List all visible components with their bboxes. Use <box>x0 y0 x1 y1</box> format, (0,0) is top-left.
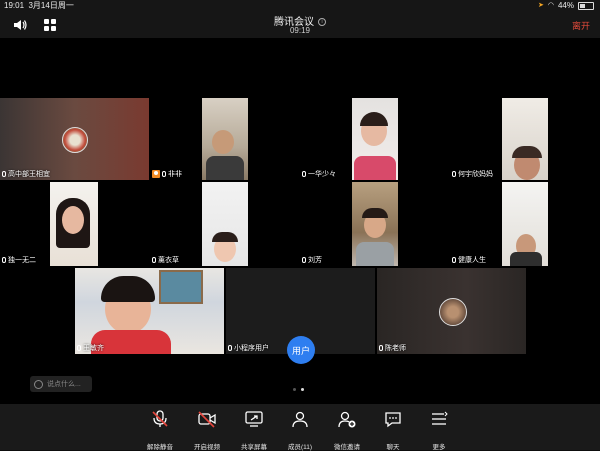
chat-icon <box>385 412 401 428</box>
status-date: 3月14日周一 <box>28 1 74 10</box>
members-icon <box>292 411 308 428</box>
unmute-button[interactable]: 解除静音 <box>137 410 183 451</box>
participant-name: 陈老师 <box>385 345 406 352</box>
participant-label: 薰衣草 <box>152 255 179 265</box>
participant-name: 薰衣草 <box>158 257 179 264</box>
participant-video <box>202 182 248 266</box>
participant-name: 一华少々 <box>308 171 336 178</box>
more-icon <box>432 411 448 425</box>
user-avatar: 用户 <box>287 336 315 364</box>
participant-name: 健康人生 <box>458 257 486 264</box>
participant-name: 王敏齐 <box>83 345 104 352</box>
status-bar: 19:01 3月14日周一 ➤ ◠ 44% <box>0 0 600 12</box>
chat-input[interactable]: 说点什么... <box>30 376 92 392</box>
participant-tile[interactable]: 非非 <box>150 98 299 180</box>
participant-label: 何宇欣妈妈 <box>452 169 493 179</box>
battery-icon <box>578 2 594 10</box>
mic-icon <box>77 345 81 351</box>
more-button[interactable]: 更多 <box>416 410 462 451</box>
participant-tile[interactable]: 刘芳 <box>300 182 449 266</box>
participant-tile[interactable]: 陈老师 <box>377 268 526 354</box>
participant-label: 刘芳 <box>302 255 322 265</box>
page-dot-active[interactable] <box>301 388 304 391</box>
participant-tile[interactable]: 一华少々 <box>300 98 449 180</box>
participant-tile[interactable]: 薰衣草 <box>150 182 299 266</box>
avatar <box>62 127 88 153</box>
participant-video <box>502 98 548 180</box>
participant-tile[interactable]: 王敏齐 <box>75 268 224 354</box>
participant-name: 何宇欣妈妈 <box>458 171 493 178</box>
video-grid: 高中部王相宜 非非 一华少々 何宇欣妈妈 独一无二 薰衣草 刘芳 健康人生 王敏… <box>0 38 600 404</box>
participant-label: 非非 <box>152 169 182 179</box>
participant-label: 健康人生 <box>452 255 486 265</box>
participant-name: 非非 <box>168 171 182 178</box>
wifi-icon: ◠ <box>547 2 554 9</box>
mic-icon <box>152 257 156 263</box>
participant-video <box>75 268 224 354</box>
participant-label: 陈老师 <box>379 343 406 353</box>
video-off-icon <box>198 411 216 428</box>
battery-fill <box>580 4 586 8</box>
participant-label: 小程序用户 <box>228 343 269 353</box>
participant-label: 王敏齐 <box>77 343 104 353</box>
wechat-invite-button[interactable]: 微信邀请 <box>324 410 370 451</box>
participant-video <box>50 182 98 266</box>
chat-placeholder: 说点什么... <box>47 381 81 388</box>
members-button[interactable]: 成员(11) <box>277 410 323 451</box>
mic-icon <box>452 171 456 177</box>
bottom-toolbar: 解除静音 开启视频 共享屏幕 成员(11) 微信邀请 聊天 更多 <box>0 404 600 451</box>
page-dot[interactable] <box>293 388 296 391</box>
participant-tile[interactable]: 健康人生 <box>450 182 599 266</box>
meeting-duration: 09:19 <box>289 26 311 35</box>
battery-percent: 44% <box>557 1 574 10</box>
participant-video <box>352 182 398 266</box>
share-screen-icon <box>245 411 263 427</box>
status-time: 19:01 <box>4 1 25 10</box>
participant-name: 小程序用户 <box>234 345 269 352</box>
participant-video <box>502 182 548 266</box>
mic-icon <box>302 257 306 263</box>
chat-button[interactable]: 聊天 <box>370 410 416 451</box>
participant-tile[interactable]: 高中部王相宜 <box>0 98 149 180</box>
start-video-button[interactable]: 开启视频 <box>184 410 230 451</box>
mic-icon <box>379 345 383 351</box>
location-icon: ➤ <box>538 2 544 9</box>
mic-muted-icon <box>152 410 168 427</box>
participant-label: 高中部王相宜 <box>2 169 50 179</box>
participant-video <box>202 98 248 180</box>
mic-icon <box>302 171 306 177</box>
participant-tile[interactable]: 独一无二 <box>0 182 149 266</box>
leave-button[interactable]: 离开 <box>572 19 590 32</box>
status-right: ➤ ◠ 44% <box>538 0 594 12</box>
share-screen-button[interactable]: 共享屏幕 <box>231 410 277 451</box>
user-icon <box>152 170 160 178</box>
emoji-icon[interactable] <box>34 379 43 389</box>
mic-icon <box>228 345 232 351</box>
mic-icon <box>2 171 6 177</box>
page-indicator <box>293 388 304 391</box>
participant-name: 独一无二 <box>8 257 36 264</box>
invite-icon <box>338 411 356 428</box>
mic-icon <box>2 257 6 263</box>
participant-tile[interactable]: 何宇欣妈妈 <box>450 98 599 180</box>
avatar <box>439 298 467 326</box>
mic-icon <box>452 257 456 263</box>
participant-name: 高中部王相宜 <box>8 171 50 178</box>
participant-name: 刘芳 <box>308 257 322 264</box>
meeting-header: 腾讯会议 i 09:19 离开 <box>0 12 600 38</box>
participant-label: 一华少々 <box>302 169 336 179</box>
status-time-date: 19:01 3月14日周一 <box>4 0 74 12</box>
mic-icon <box>162 171 166 177</box>
participant-label: 独一无二 <box>2 255 36 265</box>
participant-video <box>352 98 398 180</box>
